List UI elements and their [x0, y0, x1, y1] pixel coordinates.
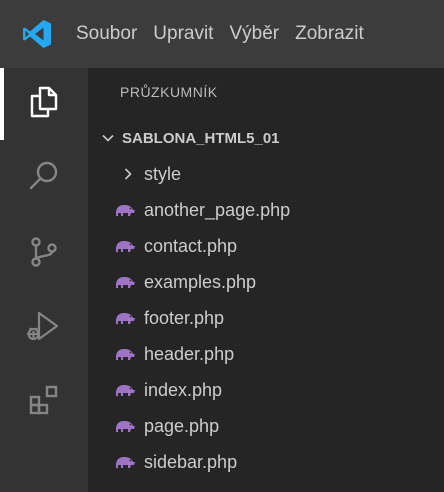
file-label: index.php [144, 379, 223, 400]
php-file-icon [114, 310, 136, 326]
search-icon [27, 159, 61, 198]
file-item[interactable]: footer.php [88, 300, 444, 336]
file-label: contact.php [144, 235, 238, 256]
activity-explorer[interactable] [0, 68, 88, 140]
php-file-icon [114, 418, 136, 434]
php-file-icon [114, 274, 136, 290]
subfolder-style[interactable]: style [88, 156, 444, 192]
activity-source-control[interactable] [0, 218, 88, 290]
php-file-icon [114, 382, 136, 398]
source-control-icon [27, 235, 61, 274]
php-file-icon [114, 238, 136, 254]
php-file-icon [114, 202, 136, 218]
run-debug-icon [26, 308, 62, 349]
files-icon [27, 85, 61, 124]
file-item[interactable]: sidebar.php [88, 444, 444, 480]
menu-item-upravit[interactable]: Upravit [145, 0, 221, 68]
activity-run-debug[interactable] [0, 292, 88, 364]
vscode-window: Soubor Upravit Výběr Zobrazit PRŮZKUMNÍK… [0, 0, 444, 492]
file-item[interactable]: index.php [88, 372, 444, 408]
explorer-sidebar: PRŮZKUMNÍK SABLONA_HTML5_01 style anothe… [88, 68, 444, 492]
title-bar: Soubor Upravit Výběr Zobrazit [0, 0, 444, 68]
file-item[interactable]: examples.php [88, 264, 444, 300]
menu-item-vyber[interactable]: Výběr [221, 0, 287, 68]
file-item[interactable]: another_page.php [88, 192, 444, 228]
file-label: page.php [144, 415, 220, 436]
folder-root[interactable]: SABLONA_HTML5_01 [88, 120, 444, 156]
file-label: sidebar.php [144, 451, 238, 472]
activity-search[interactable] [0, 142, 88, 214]
php-file-icon [114, 346, 136, 362]
vscode-logo-icon [20, 17, 54, 51]
file-label: footer.php [144, 307, 225, 328]
file-item[interactable]: contact.php [88, 228, 444, 264]
menu-item-soubor[interactable]: Soubor [68, 0, 145, 68]
file-label: header.php [144, 343, 235, 364]
activity-extensions[interactable] [0, 366, 88, 438]
chevron-down-icon [98, 128, 118, 148]
folder-root-label: SABLONA_HTML5_01 [122, 129, 280, 147]
chevron-right-icon [118, 164, 138, 184]
file-label: examples.php [144, 271, 257, 292]
file-item[interactable]: page.php [88, 408, 444, 444]
explorer-title: PRŮZKUMNÍK [120, 84, 218, 100]
php-file-icon [114, 454, 136, 470]
menu-bar: Soubor Upravit Výběr Zobrazit [68, 0, 372, 68]
subfolder-label: style [144, 163, 182, 184]
extensions-icon [27, 383, 61, 422]
activity-bar [0, 68, 88, 492]
menu-item-zobrazit[interactable]: Zobrazit [287, 0, 372, 68]
file-label: another_page.php [144, 199, 291, 220]
file-item[interactable]: header.php [88, 336, 444, 372]
